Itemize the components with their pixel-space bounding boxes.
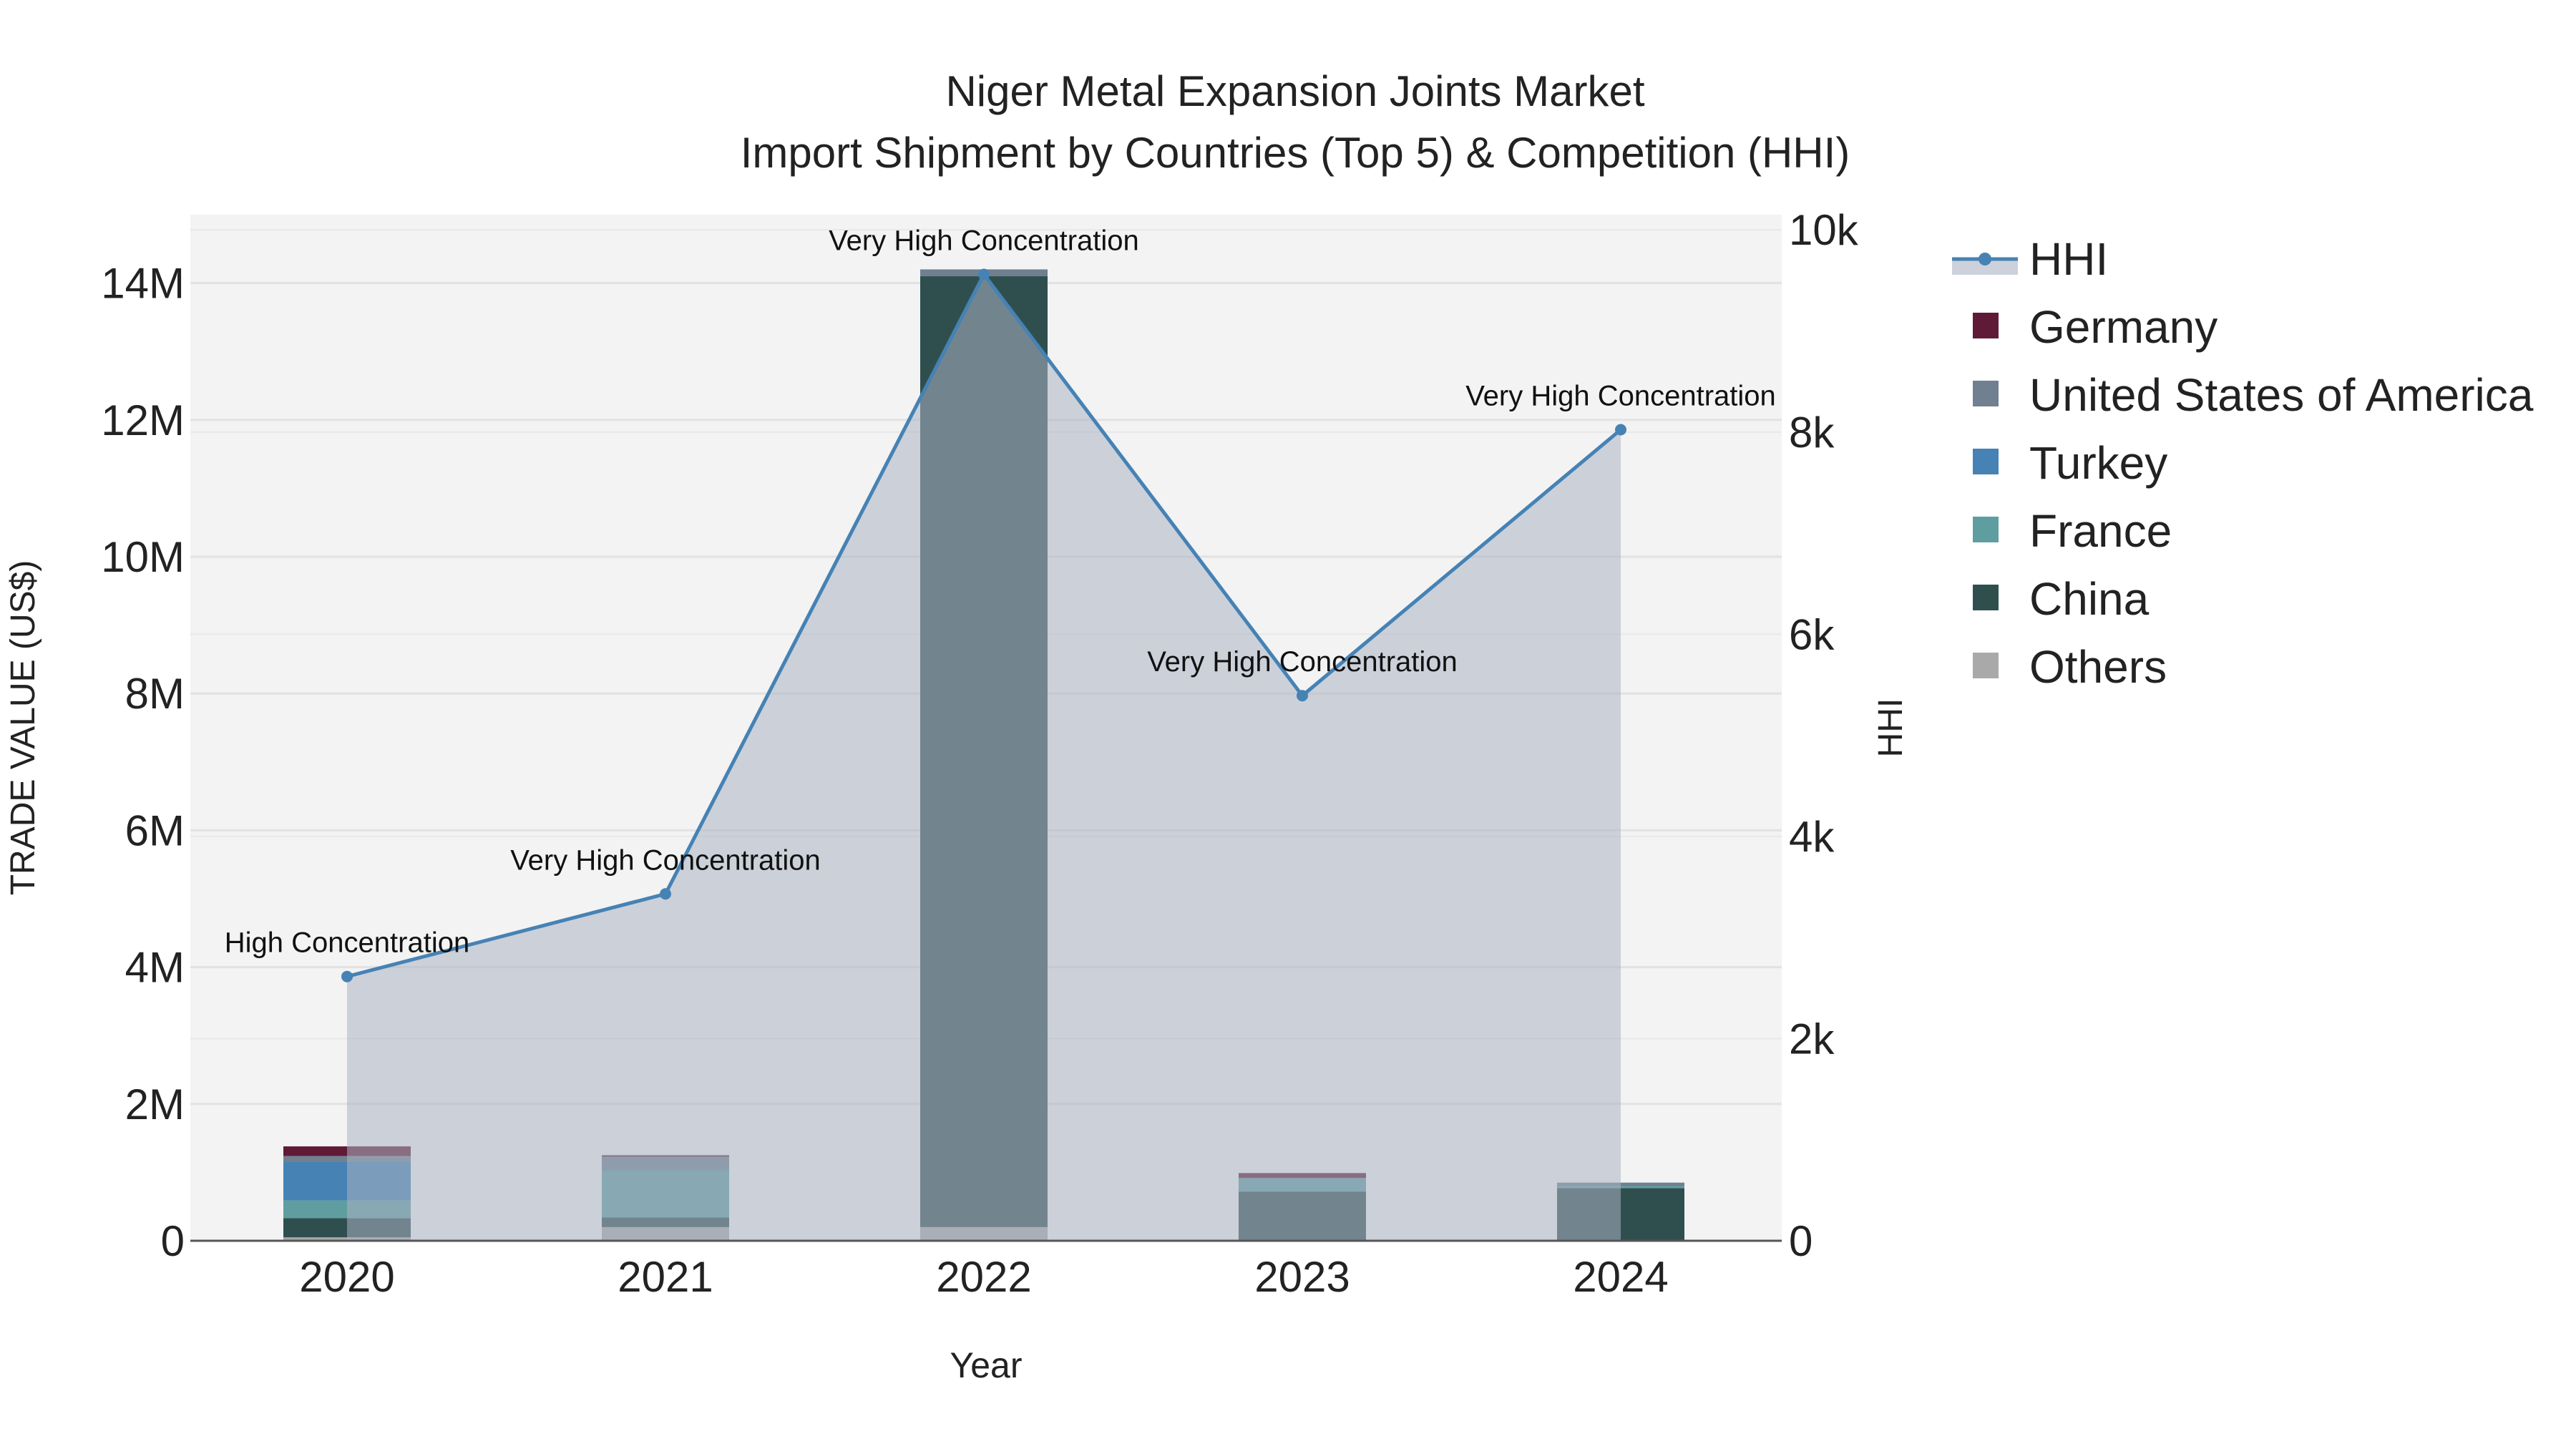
legend-swatch (1973, 585, 1999, 610)
y-tick-label: 10M (101, 533, 185, 581)
y2-tick-label: 4k (1789, 813, 1835, 861)
hhi-point (341, 970, 353, 982)
y-tick-label: 2M (125, 1080, 185, 1128)
hhi-point (978, 268, 990, 280)
legend-label: France (2029, 505, 2172, 557)
chart-title-line1: Niger Metal Expansion Joints Market (945, 67, 1644, 115)
y-axis-title: TRADE VALUE (US$) (4, 560, 42, 896)
y2-tick-label: 0 (1789, 1217, 1813, 1265)
chart: Niger Metal Expansion Joints Market Impo… (4, 67, 2534, 1385)
legend-hhi-marker (1979, 253, 1991, 265)
x-tick-label: 2024 (1573, 1253, 1668, 1301)
x-tick-label: 2021 (618, 1253, 713, 1301)
legend-swatch (1973, 313, 1999, 338)
y2-axis-title: HHI (1872, 698, 1910, 758)
chart-title-line2: Import Shipment by Countries (Top 5) & C… (741, 129, 1850, 177)
legend-label: United States of America (2029, 369, 2534, 421)
x-tick-label: 2020 (299, 1253, 394, 1301)
y-tick-label: 4M (125, 944, 185, 992)
hhi-annotation: Very High Concentration (1465, 381, 1776, 412)
x-tick-label: 2022 (936, 1253, 1031, 1301)
hhi-annotation: Very High Concentration (1147, 646, 1458, 678)
hhi-point (1615, 424, 1626, 436)
y2-tick-label: 2k (1789, 1015, 1835, 1063)
legend-label: China (2029, 573, 2150, 625)
legend-swatch (1973, 449, 1999, 474)
legend-swatch (1973, 381, 1999, 406)
x-tick-label: 2023 (1254, 1253, 1350, 1301)
hhi-point (660, 888, 671, 900)
y2-tick-label: 10k (1789, 206, 1859, 254)
legend: HHI Germany United States of America Turkey… (1952, 233, 2534, 693)
hhi-annotation: High Concentration (225, 927, 469, 959)
legend-label: Others (2029, 641, 2167, 693)
legend-label: Turkey (2029, 437, 2167, 489)
legend-label: Germany (2029, 301, 2218, 353)
y-tick-label: 6M (125, 806, 185, 854)
y2-tick-label: 8k (1789, 409, 1835, 457)
legend-label: HHI (2029, 233, 2108, 285)
hhi-annotation: Very High Concentration (829, 225, 1139, 256)
legend-swatch (1973, 653, 1999, 678)
x-axis-title: Year (950, 1345, 1022, 1385)
y-tick-label: 14M (101, 260, 185, 308)
hhi-point (1297, 690, 1308, 702)
y-tick-label: 12M (101, 396, 185, 444)
y-tick-label: 0 (161, 1217, 185, 1265)
y-tick-label: 8M (125, 670, 185, 718)
hhi-annotation: Very High Concentration (510, 844, 821, 876)
y2-tick-label: 6k (1789, 610, 1835, 658)
legend-swatch (1973, 517, 1999, 542)
